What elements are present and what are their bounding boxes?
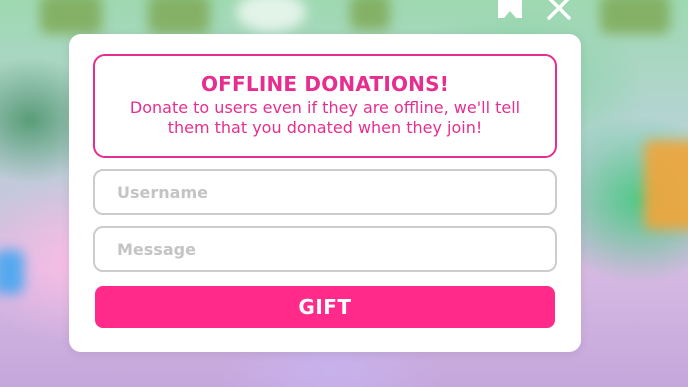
- hud-top-icons: [496, 0, 572, 24]
- username-field[interactable]: [93, 169, 557, 215]
- modal-description: Donate to users even if they are offline…: [129, 98, 521, 137]
- message-field[interactable]: [93, 226, 557, 272]
- close-icon[interactable]: [546, 0, 572, 24]
- gift-button[interactable]: GIFT: [95, 286, 555, 328]
- background-sign: [40, 0, 102, 34]
- background-crate: [644, 140, 688, 230]
- game-background: OFFLINE DONATIONS! Donate to users even …: [0, 0, 688, 387]
- offline-donations-modal: OFFLINE DONATIONS! Donate to users even …: [69, 34, 581, 352]
- modal-title: OFFLINE DONATIONS!: [200, 72, 450, 96]
- background-sign: [600, 0, 670, 34]
- tag-icon[interactable]: [496, 0, 524, 24]
- info-banner: OFFLINE DONATIONS! Donate to users even …: [93, 54, 557, 158]
- background-block: [0, 250, 24, 294]
- background-sign: [350, 0, 390, 30]
- background-sign: [148, 0, 210, 34]
- background-object: [236, 0, 306, 32]
- username-input[interactable]: [117, 182, 555, 202]
- message-input[interactable]: [117, 239, 555, 259]
